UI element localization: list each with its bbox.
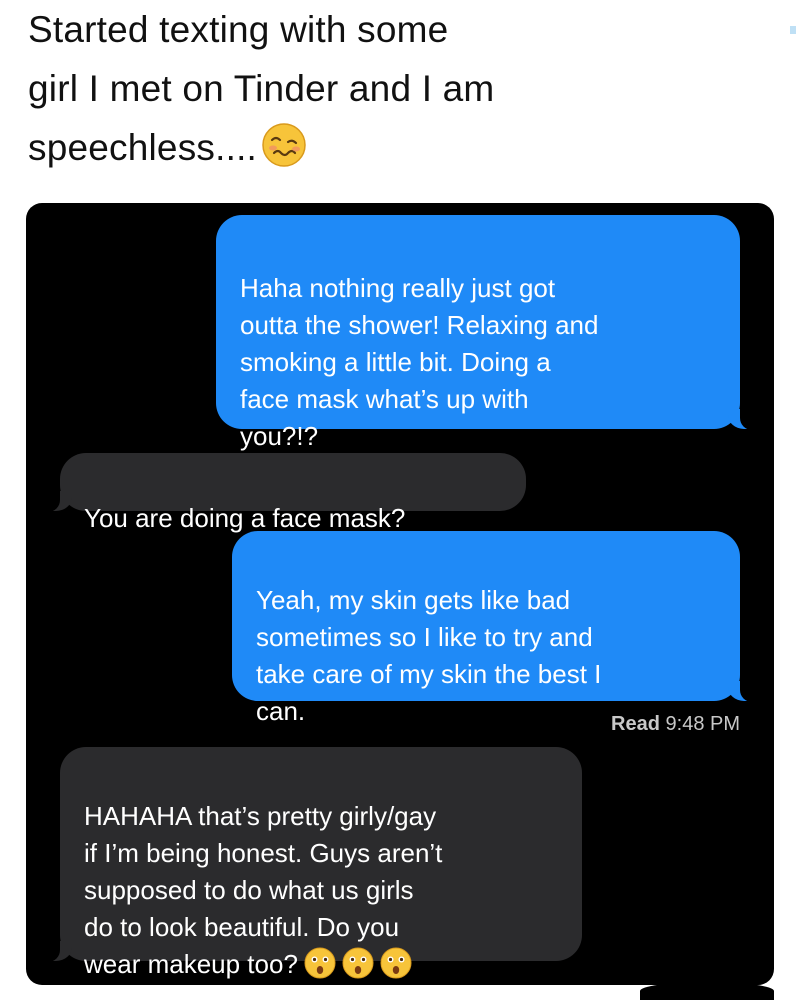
- message-text: Haha nothing really just got outta the s…: [240, 273, 599, 451]
- bottom-edge-mark: [640, 982, 774, 1000]
- message-text: You are doing a face mask?: [84, 503, 406, 533]
- caption-line-2: girl I met on Tinder and I am: [28, 68, 495, 109]
- received-message-2[interactable]: HAHAHA that’s pretty girly/gay if I’m be…: [38, 747, 582, 979]
- sent-message-1[interactable]: Haha nothing really just got outta the s…: [216, 215, 762, 451]
- corner-decoration: [790, 26, 796, 34]
- astonished-face-icon: [342, 947, 374, 979]
- read-receipt: Read 9:48 PM: [611, 713, 740, 736]
- received-message-1[interactable]: You are doing a face mask?: [38, 453, 526, 533]
- caption-line-1: Started texting with some: [28, 9, 449, 50]
- message-text: Yeah, my skin gets like bad sometimes so…: [256, 585, 602, 726]
- caption-line-3: speechless....: [28, 127, 258, 168]
- read-time: 9:48 PM: [665, 713, 740, 735]
- messages-screenshot: Haha nothing really just got outta the s…: [26, 203, 774, 985]
- post-caption: Started texting with some girl I met on …: [28, 0, 748, 177]
- astonished-face-icon: [380, 947, 412, 979]
- sent-message-2[interactable]: Yeah, my skin gets like bad sometimes so…: [232, 531, 762, 726]
- astonished-face-icon: [304, 947, 336, 979]
- woozy-face-icon: [262, 123, 306, 167]
- read-label: Read: [611, 713, 660, 735]
